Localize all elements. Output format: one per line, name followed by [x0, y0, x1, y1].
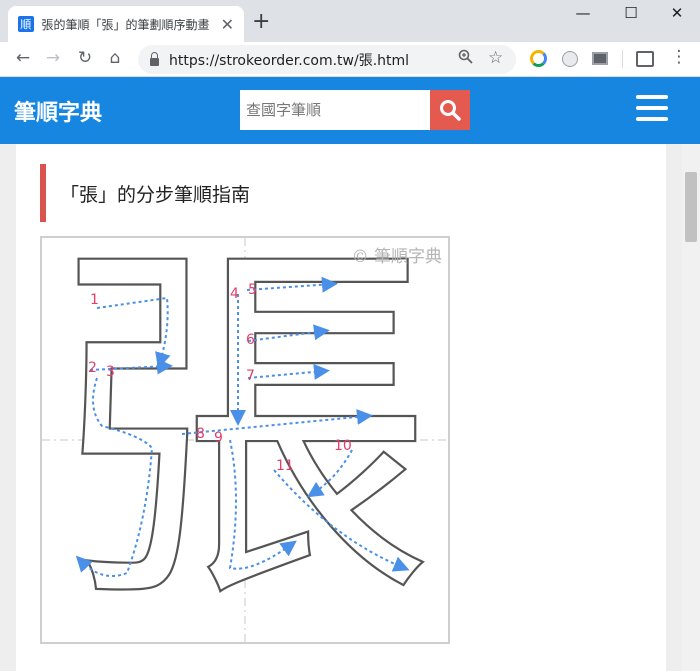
stroke-number: 2: [88, 360, 97, 376]
character-stroke-svg: 張 1 2 3 4 5 6 7 8 9 10 11: [42, 206, 448, 651]
minimize-button[interactable]: —: [560, 4, 606, 22]
url-text: https://strokeorder.com.tw/張.html: [169, 52, 410, 69]
page-scrollbar[interactable]: [682, 144, 700, 671]
stroke-number: 5: [248, 282, 257, 298]
site-header: 筆順字典: [0, 77, 700, 144]
tab-close-icon[interactable]: ✕: [221, 15, 234, 34]
reload-button[interactable]: ↻: [74, 48, 96, 68]
profile-icon[interactable]: [636, 51, 654, 67]
cast-icon[interactable]: [592, 52, 608, 65]
back-button[interactable]: ←: [12, 48, 34, 68]
stroke-number: 6: [246, 332, 255, 348]
extension-icon[interactable]: [530, 50, 547, 67]
toolbar-divider: [622, 50, 623, 68]
stroke-number: 1: [90, 292, 99, 308]
stroke-number: 3: [106, 364, 115, 380]
stroke-number: 8: [196, 426, 205, 442]
scrollbar-thumb[interactable]: [685, 172, 697, 242]
heading-text: 「張」的分步筆順指南: [60, 183, 251, 206]
stroke-order-diagram: © 筆順字典 張 1 2 3 4 5 6 7 8 9 10 11: [40, 206, 450, 651]
site-favicon-icon: 順: [18, 16, 34, 32]
character-glyph: 張: [55, 238, 435, 642]
tab-title: 張的筆順「張」的筆劃順序動畫: [41, 17, 210, 32]
page-heading: 「張」的分步筆順指南: [40, 164, 250, 222]
maximize-button[interactable]: ☐: [608, 4, 654, 22]
browser-menu-icon[interactable]: ⋮: [668, 47, 690, 67]
watermark: © 筆順字典: [351, 247, 442, 267]
stroke-number: 4: [230, 286, 239, 302]
content-area: 「張」的分步筆順指南 © 筆順字典 張 1 2 3 4 5 6 7 8 9 10…: [0, 144, 682, 671]
bookmark-star-icon[interactable]: ☆: [488, 48, 503, 68]
lock-icon: [150, 51, 159, 66]
browser-toolbar: ← → ↻ ⌂ https://strokeorder.com.tw/張.htm…: [0, 42, 700, 77]
stroke-number: 11: [276, 458, 294, 474]
site-brand[interactable]: 筆順字典: [14, 95, 102, 127]
search-button[interactable]: [430, 90, 470, 130]
browser-tab[interactable]: 順 張的筆順「張」的筆劃順序動畫 ✕: [8, 6, 244, 42]
content-card: 「張」的分步筆順指南 © 筆順字典 張 1 2 3 4 5 6 7 8 9 10…: [16, 144, 666, 671]
new-tab-button[interactable]: +: [252, 11, 270, 33]
stroke-number: 7: [246, 368, 255, 384]
search-icon: [440, 100, 461, 121]
stroke-number: 9: [214, 430, 223, 446]
stroke-number: 10: [334, 438, 352, 454]
address-bar[interactable]: https://strokeorder.com.tw/張.html ☆: [138, 45, 516, 74]
zoom-icon[interactable]: [458, 49, 473, 68]
hamburger-menu-icon[interactable]: [636, 95, 668, 125]
search-input[interactable]: [240, 90, 430, 130]
extension-icon[interactable]: [562, 51, 578, 67]
browser-tab-strip: 順 張的筆順「張」的筆劃順序動畫 ✕ + — ☐ ✕: [0, 0, 700, 42]
forward-button[interactable]: →: [42, 48, 64, 68]
home-button[interactable]: ⌂: [104, 48, 126, 68]
close-window-button[interactable]: ✕: [654, 4, 700, 22]
